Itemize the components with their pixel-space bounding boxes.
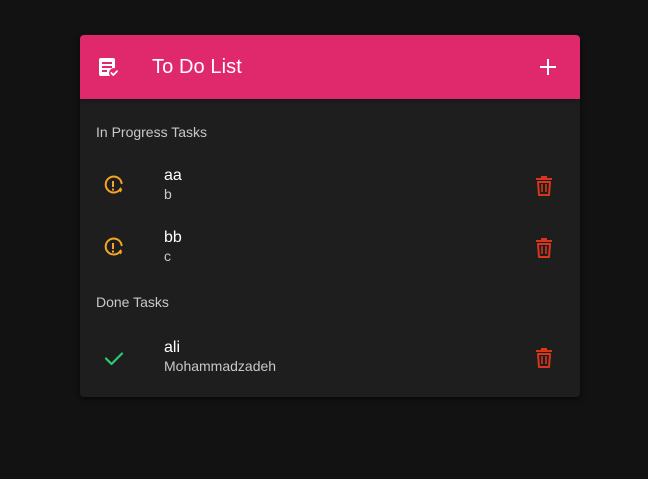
trash-icon (534, 347, 554, 369)
delete-task-button[interactable] (530, 172, 558, 200)
page-title: To Do List (152, 56, 242, 78)
delete-task-button[interactable] (530, 234, 558, 262)
task-title: bb (164, 229, 182, 246)
trash-icon (534, 175, 554, 197)
task-item[interactable]: aa b (80, 155, 580, 217)
pending-clock-icon (102, 236, 126, 260)
check-icon (102, 346, 126, 370)
trash-icon (534, 237, 554, 259)
todo-card: To Do List In Progress Tasks aa b bb c D… (80, 35, 580, 397)
task-title: ali (164, 339, 181, 356)
task-description: c (164, 248, 171, 264)
notes-check-icon (96, 55, 120, 79)
task-description: b (164, 186, 172, 202)
task-title: aa (164, 167, 182, 184)
delete-task-button[interactable] (530, 344, 558, 372)
task-item[interactable]: bb c (80, 217, 580, 279)
toolbar: To Do List (80, 35, 580, 99)
add-task-button[interactable] (528, 47, 568, 87)
section-header-in-progress: In Progress Tasks (96, 124, 208, 140)
task-item[interactable]: ali Mohammadzadeh (80, 327, 580, 389)
task-description: Mohammadzadeh (164, 358, 277, 374)
pending-clock-icon (102, 174, 126, 198)
section-header-done: Done Tasks (96, 294, 169, 310)
plus-icon (539, 58, 557, 76)
